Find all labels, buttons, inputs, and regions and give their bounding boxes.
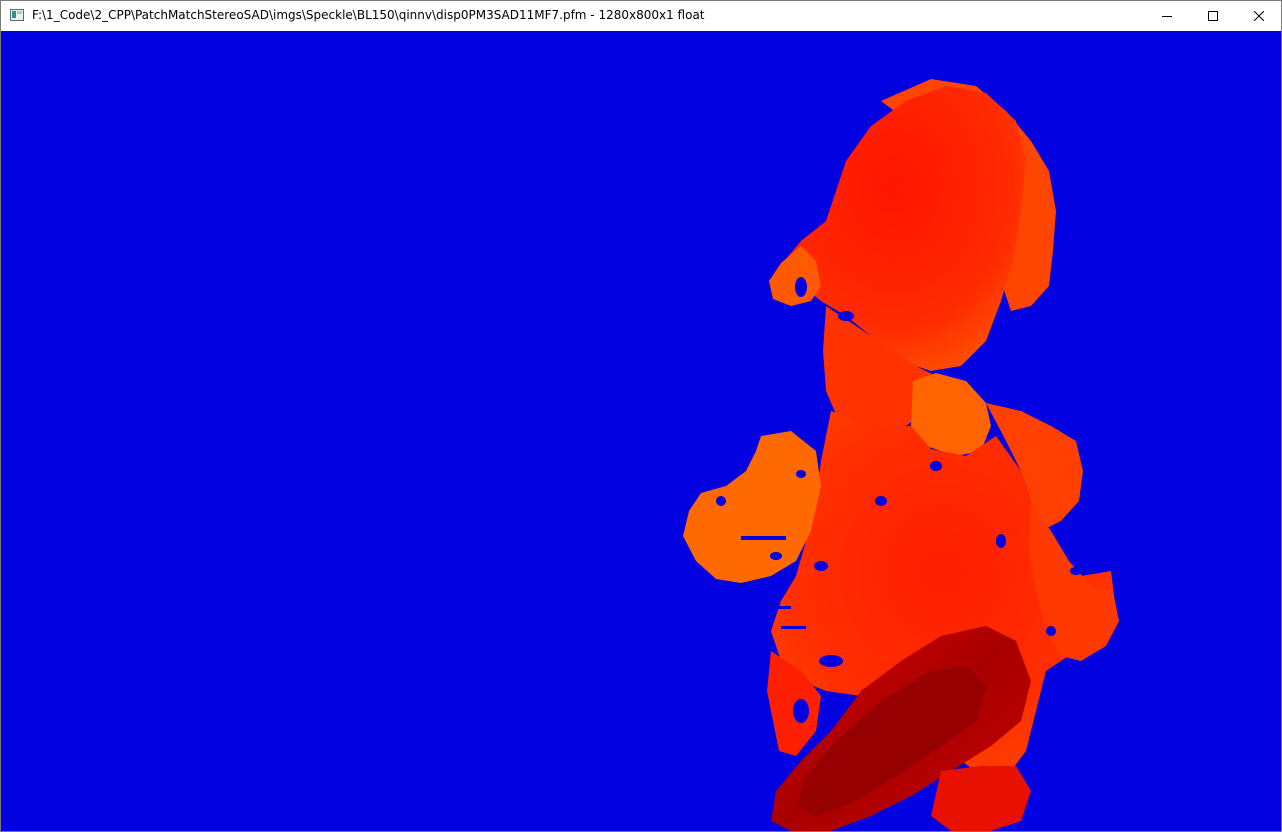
disparity-image-canvas[interactable] [1,31,1281,831]
bottom-fringe [931,766,1031,831]
disparity-map [683,79,1119,831]
maximize-button[interactable] [1190,1,1236,31]
image-viewer-window: F:\1_Code\2_CPP\PatchMatchStereoSAD\imgs… [0,0,1282,832]
minimize-icon [1162,16,1172,17]
arm-region [683,431,821,583]
window-title: F:\1_Code\2_CPP\PatchMatchStereoSAD\imgs… [32,8,705,22]
close-icon [1254,11,1264,21]
minimize-button[interactable] [1144,1,1190,31]
head-region [786,86,1026,371]
title-bar[interactable]: F:\1_Code\2_CPP\PatchMatchStereoSAD\imgs… [1,1,1281,31]
maximize-icon [1208,11,1218,21]
figure-silhouette [683,79,1119,831]
close-button[interactable] [1236,1,1282,31]
app-icon [10,9,24,21]
